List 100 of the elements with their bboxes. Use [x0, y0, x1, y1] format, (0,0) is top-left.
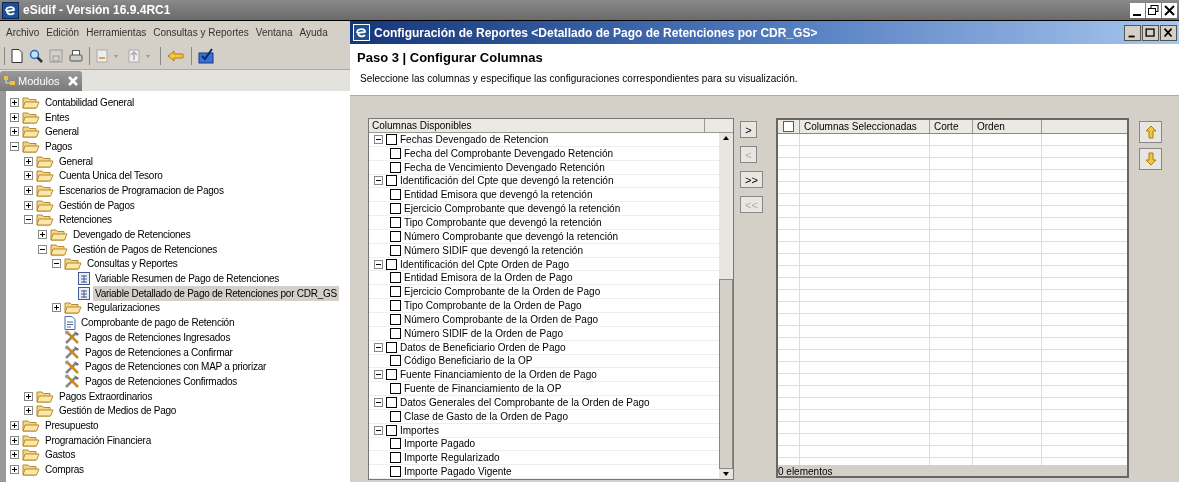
menu-item[interactable]: Ayuda	[299, 24, 328, 40]
column-option[interactable]: Número Comprobante que devengó la retención	[404, 228, 619, 244]
checkbox[interactable]	[390, 438, 401, 450]
search-icon[interactable]	[29, 49, 43, 63]
tree-item[interactable]: Pagos	[43, 138, 75, 154]
tree-item[interactable]: Retenciones	[57, 212, 114, 228]
column-option[interactable]: Ejercicio Comprobante que devengó la retención	[404, 201, 621, 217]
tree-item[interactable]: General	[43, 124, 81, 140]
tree-item[interactable]: Pagos de Retenciones con MAP a priorizar	[83, 359, 269, 375]
column-option[interactable]: Código Beneficiario de la OP	[404, 353, 533, 369]
column-option[interactable]: Datos Generales del Comprobante de la Orden de Pago	[400, 394, 650, 410]
tree-item[interactable]: Comprobante de pago de Retención	[79, 315, 237, 331]
close-icon[interactable]	[1162, 2, 1177, 18]
tree-item[interactable]: Pagos de Retenciones a Confirmar	[83, 344, 235, 360]
column-option[interactable]: Fuente de Financiamiento de la OP	[404, 381, 562, 397]
column-option[interactable]: Entidad Emisora de la Orden de Pago	[404, 270, 573, 286]
column-option[interactable]: Número Comprobante de la Orden de Pago	[404, 311, 598, 327]
tree-item[interactable]: Programación Financiera	[43, 432, 153, 448]
tree-item[interactable]: Escenarios de Programacion de Pagos	[57, 182, 226, 198]
column-header[interactable]: Columnas Seleccionadas	[800, 120, 930, 133]
scrollbar[interactable]	[719, 133, 733, 479]
checkbox[interactable]	[390, 217, 401, 228]
column-option[interactable]: Identificación del Cpte que devengó la retención	[400, 173, 614, 189]
tree-item[interactable]: Gastos	[43, 447, 78, 463]
tree-item[interactable]: Pagos de Retenciones Ingresados	[83, 329, 233, 345]
column-option[interactable]: Fecha de Vencimiento Devengado Retención	[404, 159, 605, 175]
column-header[interactable]: Orden	[973, 120, 1042, 133]
checkbox[interactable]	[390, 286, 401, 298]
menu-item[interactable]: Herramientas	[86, 24, 147, 40]
checkbox[interactable]	[386, 424, 397, 436]
tree-item[interactable]: Consultas y Reportes	[85, 256, 180, 272]
checkbox[interactable]	[390, 452, 401, 464]
tree-item[interactable]: Pagos de Retenciones Confirmados	[83, 373, 240, 389]
column-option[interactable]: Datos de Beneficiario Orden de Pago	[400, 339, 566, 355]
checkbox[interactable]	[386, 175, 397, 187]
scroll-thumb[interactable]	[719, 279, 733, 469]
checkbox[interactable]	[386, 341, 397, 353]
checkbox[interactable]	[783, 121, 794, 132]
tree-item[interactable]: Variable Detallado de Pago de Retenciones por CDR_GS	[93, 285, 339, 301]
transfer-button[interactable]: >	[740, 121, 757, 138]
tree-item[interactable]: Compras	[43, 462, 86, 478]
checkbox[interactable]	[390, 300, 401, 312]
menu-item[interactable]: Edición	[46, 24, 80, 40]
tree-item[interactable]: Devengado de Retenciones	[71, 227, 193, 243]
checkbox[interactable]	[386, 258, 397, 270]
move-down-button[interactable]	[1139, 148, 1162, 170]
close-icon[interactable]	[1160, 24, 1177, 41]
column-header[interactable]: Corte	[930, 120, 973, 133]
column-option[interactable]: Fechas Devengado de Retencion	[400, 133, 549, 147]
checkbox[interactable]	[390, 355, 401, 367]
print-icon[interactable]	[69, 49, 83, 63]
tree-item[interactable]: Gestión de Medios de Pago	[57, 403, 179, 419]
tree-item[interactable]: Gestión de Pagos	[57, 197, 137, 213]
checkbox[interactable]	[390, 410, 401, 422]
checkbox[interactable]	[390, 327, 401, 339]
checkbox[interactable]	[390, 147, 401, 159]
column-option[interactable]: Ejercicio Comprobante de la Orden de Pago	[404, 284, 601, 300]
tree-item[interactable]: Contabilidad General	[43, 94, 136, 110]
tree-item[interactable]: Gestión de Pagos de Retenciones	[71, 241, 220, 257]
transfer-button[interactable]: >>	[740, 171, 763, 188]
menu-item[interactable]: Ventana	[255, 24, 293, 40]
maximize-icon[interactable]	[1142, 24, 1159, 41]
checkbox[interactable]	[390, 466, 401, 478]
column-option[interactable]: Fuente Financiamiento de la Orden de Pago	[400, 367, 597, 383]
column-option[interactable]: Importe Pagado Vigente	[404, 464, 512, 479]
menu-item[interactable]: Consultas y Reportes	[153, 24, 249, 40]
restore-icon[interactable]	[1146, 2, 1161, 18]
column-option[interactable]: Número SIDIF de la Orden de Pago	[404, 325, 563, 341]
move-up-button[interactable]	[1139, 121, 1162, 143]
tree-item[interactable]: Presupuesto	[43, 417, 101, 433]
checkbox[interactable]	[390, 230, 401, 242]
checkbox[interactable]	[386, 369, 397, 381]
column-option[interactable]: Tipo Comprobante que devengó la retención	[404, 215, 602, 230]
checkbox[interactable]	[390, 313, 401, 325]
column-option[interactable]: Tipo Comprobante de la Orden de Pago	[404, 298, 582, 314]
checkbox[interactable]	[390, 272, 401, 284]
menu-item[interactable]: Archivo	[6, 24, 40, 40]
column-option[interactable]: Identificación del Cpte Orden de Pago	[400, 256, 569, 272]
checkbox[interactable]	[390, 244, 401, 256]
checkbox[interactable]	[390, 189, 401, 201]
checkbox[interactable]	[386, 133, 397, 145]
minimize-icon[interactable]	[1130, 2, 1145, 18]
tree-item[interactable]: Regularizaciones	[85, 300, 162, 316]
column-option[interactable]: Entidad Emisora que devengó la retención	[404, 187, 593, 203]
column-option[interactable]: Fecha del Comprobante Devengado Retención	[404, 145, 614, 161]
new-document-icon[interactable]	[11, 49, 23, 63]
checklist-icon[interactable]	[198, 48, 214, 64]
modules-tab[interactable]: Modulos	[0, 71, 82, 91]
checkbox[interactable]	[386, 396, 397, 408]
checkbox[interactable]	[390, 203, 401, 215]
column-option[interactable]: Clase de Gasto de la Orden de Pago	[404, 408, 568, 424]
tree-item[interactable]: Entes	[43, 109, 72, 125]
tree-item[interactable]: General	[57, 153, 95, 169]
column-option[interactable]: Importes	[400, 422, 439, 438]
tree-item[interactable]: Cuenta Unica del Tesoro	[57, 168, 165, 184]
tree-item[interactable]: Pagos Extraordinarios	[57, 388, 155, 404]
column-option[interactable]: Número SIDIF que devengó la retención	[404, 242, 583, 258]
checkbox[interactable]	[390, 161, 401, 173]
tree-item[interactable]: Variable Resumen de Pago de Retenciones	[93, 271, 282, 287]
column-option[interactable]: Importe Pagado	[404, 436, 476, 452]
